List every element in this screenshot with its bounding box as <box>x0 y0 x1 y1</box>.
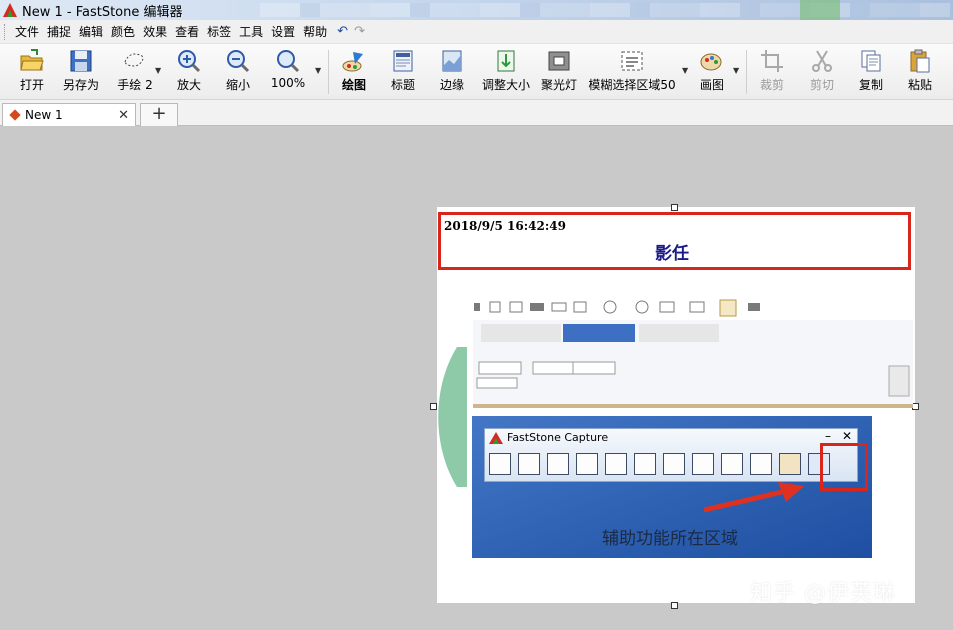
capture-tool-icons <box>489 453 837 477</box>
paste-button[interactable]: 粘贴 <box>904 48 936 98</box>
zoom-in-icon <box>176 48 202 74</box>
resize-handle-top[interactable] <box>671 204 678 211</box>
menu-settings[interactable]: 设置 <box>267 23 299 40</box>
document-tab-strip: New 1 ✕ + <box>0 100 953 126</box>
capture-crosshair-icon[interactable] <box>750 453 772 475</box>
freehand-dropdown-icon[interactable]: ▼ <box>155 66 161 75</box>
resize-handle-left[interactable] <box>430 403 437 410</box>
menu-file[interactable]: 文件 <box>11 23 43 40</box>
edge-button[interactable]: 边缘 <box>436 48 468 98</box>
accessibility-highlight-box <box>820 443 868 491</box>
app-logo-icon <box>2 2 18 18</box>
menu-capture[interactable]: 捕捉 <box>43 23 75 40</box>
menu-color[interactable]: 颜色 <box>107 23 139 40</box>
menu-tools[interactable]: 工具 <box>235 23 267 40</box>
zhihu-watermark: 知乎 @伊芙琳 <box>750 581 896 606</box>
window-title: New 1 - FastStone 编辑器 <box>22 4 183 20</box>
capture-object-icon[interactable] <box>547 453 569 475</box>
spotlight-icon <box>546 48 572 74</box>
save-as-button[interactable]: 另存为 <box>60 48 102 98</box>
capture-fullscreen-icon[interactable] <box>634 453 656 475</box>
resize-handle-right[interactable] <box>912 403 919 410</box>
toolbar-separator <box>328 50 329 94</box>
caption-timestamp: 2018/9/5 16:42:49 <box>444 219 566 233</box>
blur-dropdown-icon[interactable]: ▼ <box>682 66 688 75</box>
decorative-arc <box>438 347 467 487</box>
scissors-icon <box>809 48 835 74</box>
paint-dropdown-icon[interactable]: ▼ <box>733 66 739 75</box>
main-toolbar: 打开 另存为 手绘 2 ▼ 放大 缩小 100% ▼ 绘图 标题 边缘 调整大小… <box>0 44 953 100</box>
save-disk-icon <box>68 48 94 74</box>
undo-icon[interactable]: ↶ <box>331 24 354 39</box>
blur-region-button[interactable]: 模糊选择区域50 <box>588 48 676 98</box>
capture-palette-icon[interactable] <box>779 453 801 475</box>
accessibility-area-label: 辅助功能所在区域 <box>602 529 738 549</box>
crop-button[interactable]: 裁剪 <box>756 48 788 98</box>
close-tab-icon[interactable]: ✕ <box>118 108 129 123</box>
caption-icon <box>390 48 416 74</box>
add-tab-button[interactable]: + <box>140 103 178 126</box>
title-bar: New 1 - FastStone 编辑器 <box>0 0 953 20</box>
paint-button[interactable]: 画图 <box>697 48 727 98</box>
menu-grip <box>4 23 7 40</box>
paint-palette-icon <box>699 48 725 74</box>
menu-bar: 文件 捕捉 编辑 颜色 效果 查看 标签 工具 设置 帮助 ↶ ↷ <box>0 20 953 44</box>
menu-tabs[interactable]: 标签 <box>203 23 235 40</box>
minimize-icon[interactable]: – <box>825 429 831 443</box>
open-folder-icon <box>19 48 45 74</box>
zoom-level-button[interactable]: 100% <box>270 48 306 98</box>
menu-edit[interactable]: 编辑 <box>75 23 107 40</box>
toolbar-separator <box>746 50 747 94</box>
zoom-out-button[interactable]: 缩小 <box>222 48 254 98</box>
capture-open-icon[interactable] <box>489 453 511 475</box>
capture-video-icon[interactable] <box>721 453 743 475</box>
caption-button[interactable]: 标题 <box>387 48 419 98</box>
capture-fixed-region-icon[interactable] <box>692 453 714 475</box>
capture-freehand-icon[interactable] <box>605 453 627 475</box>
inner-editor-toolbar <box>470 297 830 319</box>
cut-button[interactable]: 剪切 <box>806 48 838 98</box>
faststone-capture-toolbar: FastStone Capture – ✕ <box>484 428 858 482</box>
zoom-out-icon <box>225 48 251 74</box>
menu-effects[interactable]: 效果 <box>139 23 171 40</box>
menu-view[interactable]: 查看 <box>171 23 203 40</box>
draw-button[interactable]: 绘图 <box>338 48 370 98</box>
crop-icon <box>759 48 785 74</box>
menu-help[interactable]: 帮助 <box>299 23 331 40</box>
resize-handle-bottom[interactable] <box>671 602 678 609</box>
zoom-in-button[interactable]: 放大 <box>173 48 205 98</box>
zoom-dropdown-icon[interactable]: ▼ <box>315 66 321 75</box>
freehand-selection-icon <box>122 48 148 74</box>
copy-button[interactable]: 复制 <box>855 48 887 98</box>
capture-scrolling-icon[interactable] <box>663 453 685 475</box>
open-button[interactable]: 打开 <box>14 48 50 98</box>
faststone-title: FastStone Capture <box>507 431 609 444</box>
edge-icon <box>439 48 465 74</box>
blur-region-icon <box>619 48 645 74</box>
freehand-button[interactable]: 手绘 2 <box>113 48 157 98</box>
resize-button[interactable]: 调整大小 <box>480 48 532 98</box>
capture-rectangle-icon[interactable] <box>576 453 598 475</box>
redo-icon[interactable]: ↷ <box>354 24 371 39</box>
close-icon[interactable]: ✕ <box>842 429 852 443</box>
red-arrow-icon <box>703 482 804 513</box>
faststone-logo-icon <box>489 432 503 444</box>
caption-text: 影任 <box>655 244 689 264</box>
zoom-level-icon <box>275 48 301 74</box>
paste-clipboard-icon <box>907 48 933 74</box>
document-diamond-icon <box>9 109 21 121</box>
blurred-title-region <box>260 0 950 20</box>
resize-icon <box>493 48 519 74</box>
copy-icon <box>858 48 884 74</box>
tab-label: New 1 <box>25 108 63 122</box>
draw-brush-icon <box>341 48 367 74</box>
inner-file-dialog <box>473 320 913 408</box>
capture-window-icon[interactable] <box>518 453 540 475</box>
tab-new-1[interactable]: New 1 ✕ <box>2 103 136 126</box>
spotlight-button[interactable]: 聚光灯 <box>540 48 578 98</box>
